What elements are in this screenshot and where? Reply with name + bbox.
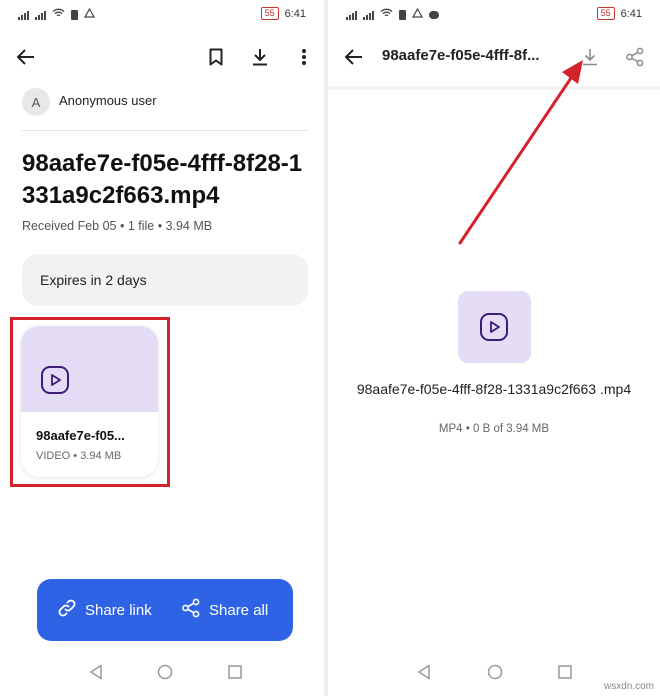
divider (22, 130, 308, 131)
download-progress-text: MP4 • 0 B of 3.94 MB (438, 423, 550, 435)
highlight-box (10, 317, 170, 487)
file-detail-screen: 55 6:41 A Anonymous user 98aafe7e-f05e-4… (0, 0, 324, 696)
signal-icon (35, 10, 46, 20)
avatar: A (22, 88, 50, 116)
status-bar: 55 6:41 (0, 0, 324, 28)
sim-icon (71, 9, 78, 20)
clock: 6:41 (284, 7, 306, 20)
file-name: 98aafe7e-f05e-4fff-8f28-1331a9c2f663 .mp… (356, 381, 632, 397)
video-play-icon (478, 311, 510, 343)
share-all-button[interactable]: Share all (181, 579, 268, 641)
sender-name: Anonymous user (59, 93, 157, 108)
nav-recents-icon[interactable] (223, 660, 247, 684)
nav-back-icon[interactable] (412, 660, 436, 684)
share-link-label: Share link (85, 601, 152, 619)
file-preview-thumbnail (458, 291, 531, 363)
wifi-icon (52, 8, 65, 21)
file-view-screen: 55 6:41 98aafe7e-f05e-4fff-8f... 98aafe7… (328, 0, 660, 696)
bookmark-icon[interactable] (205, 45, 227, 69)
download-icon[interactable] (248, 45, 272, 69)
expiry-notice: Expires in 2 days (22, 254, 308, 306)
link-icon (57, 598, 77, 622)
more-vertical-icon[interactable] (294, 45, 314, 69)
system-nav-bar (0, 648, 324, 696)
nav-home-icon[interactable] (153, 660, 177, 684)
watermark: wsxdn.com (603, 681, 654, 692)
nav-recents-icon[interactable] (553, 660, 577, 684)
received-info: Received Feb 05 • 1 file • 3.94 MB (22, 219, 213, 233)
share-all-label: Share all (209, 601, 269, 619)
back-arrow-icon[interactable] (14, 45, 38, 69)
file-title: 98aafe7e-f05e-4fff-8f28-1331a9c2f663.mp4 (22, 150, 303, 209)
nav-back-icon[interactable] (84, 660, 108, 684)
share-action-bar: Share link Share all (37, 579, 293, 641)
nav-home-icon[interactable] (483, 660, 507, 684)
share-link-button[interactable]: Share link (57, 579, 152, 641)
share-icon (181, 598, 201, 622)
signal-icon (18, 10, 29, 20)
drive-icon (83, 7, 96, 21)
battery-indicator: 55 (260, 7, 279, 20)
